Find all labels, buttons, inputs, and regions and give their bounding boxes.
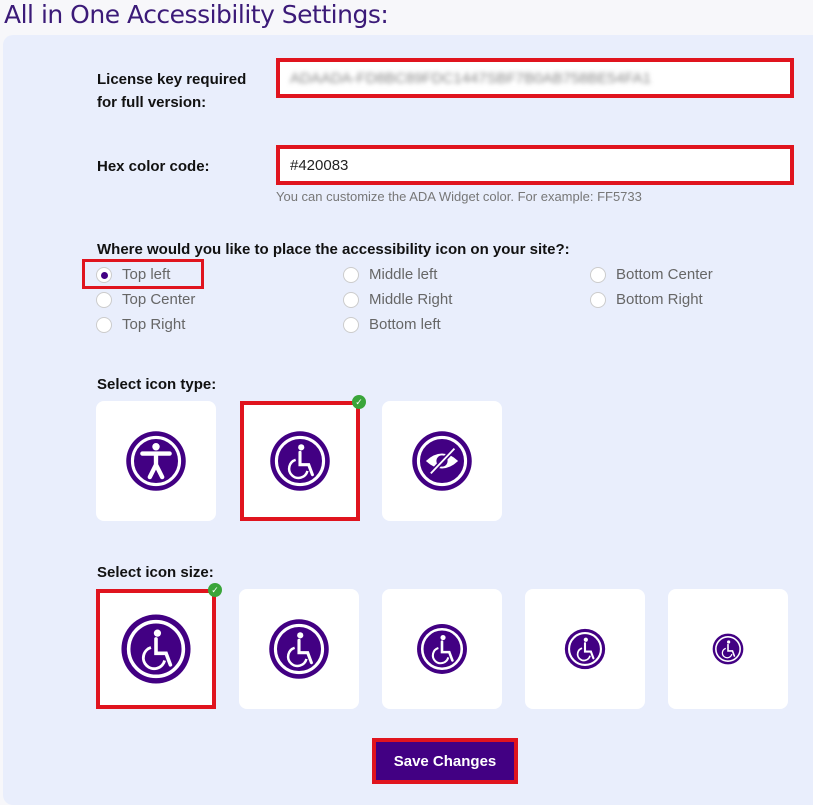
wheelchair-icon: [268, 618, 330, 680]
icon-size-option-4[interactable]: [525, 589, 645, 709]
wheelchair-icon: [416, 623, 468, 675]
icon-type-eye[interactable]: [382, 401, 502, 521]
accessibility-person-icon: [126, 431, 186, 491]
radio-top-right[interactable]: Top Right: [96, 316, 185, 333]
license-label: License key required for full version:: [97, 71, 247, 111]
icon-size-option-5[interactable]: [668, 589, 788, 709]
wheelchair-icon: [712, 633, 744, 665]
icon-size-option-3[interactable]: [382, 589, 502, 709]
radio-bottom-left[interactable]: Bottom left: [343, 316, 441, 333]
icon-type-label: Select icon type:: [97, 376, 217, 393]
check-icon: ✓: [352, 395, 366, 409]
icon-size-option-1[interactable]: ✓: [96, 583, 222, 709]
icon-type-accessibility[interactable]: [96, 401, 216, 521]
hex-color-input[interactable]: #420083: [276, 145, 794, 185]
radio-middle-left[interactable]: Middle left: [343, 266, 437, 283]
wheelchair-icon: [120, 613, 192, 685]
hex-help-text: You can customize the ADA Widget color. …: [276, 189, 642, 204]
icon-size-label: Select icon size:: [97, 564, 214, 581]
page-title: All in One Accessibility Settings:: [4, 0, 389, 29]
radio-top-left[interactable]: Top left: [96, 266, 170, 283]
save-changes-button[interactable]: Save Changes: [372, 738, 518, 784]
icon-type-wheelchair[interactable]: ✓: [240, 395, 366, 521]
wheelchair-icon: [564, 628, 606, 670]
placement-question: Where would you like to place the access…: [97, 241, 570, 258]
icon-size-option-2[interactable]: [239, 589, 359, 709]
license-key-input[interactable]: ADAADA-FD8BC89FDC1447SBF7B0AB758BE54FA1: [276, 58, 794, 98]
radio-bottom-center[interactable]: Bottom Center: [590, 266, 713, 283]
eye-slash-icon: [412, 431, 472, 491]
radio-bottom-right[interactable]: Bottom Right: [590, 291, 703, 308]
radio-middle-right[interactable]: Middle Right: [343, 291, 452, 308]
wheelchair-icon: [269, 430, 331, 492]
check-icon: ✓: [208, 583, 222, 597]
hex-label: Hex color code:: [97, 158, 210, 175]
radio-top-center[interactable]: Top Center: [96, 291, 195, 308]
